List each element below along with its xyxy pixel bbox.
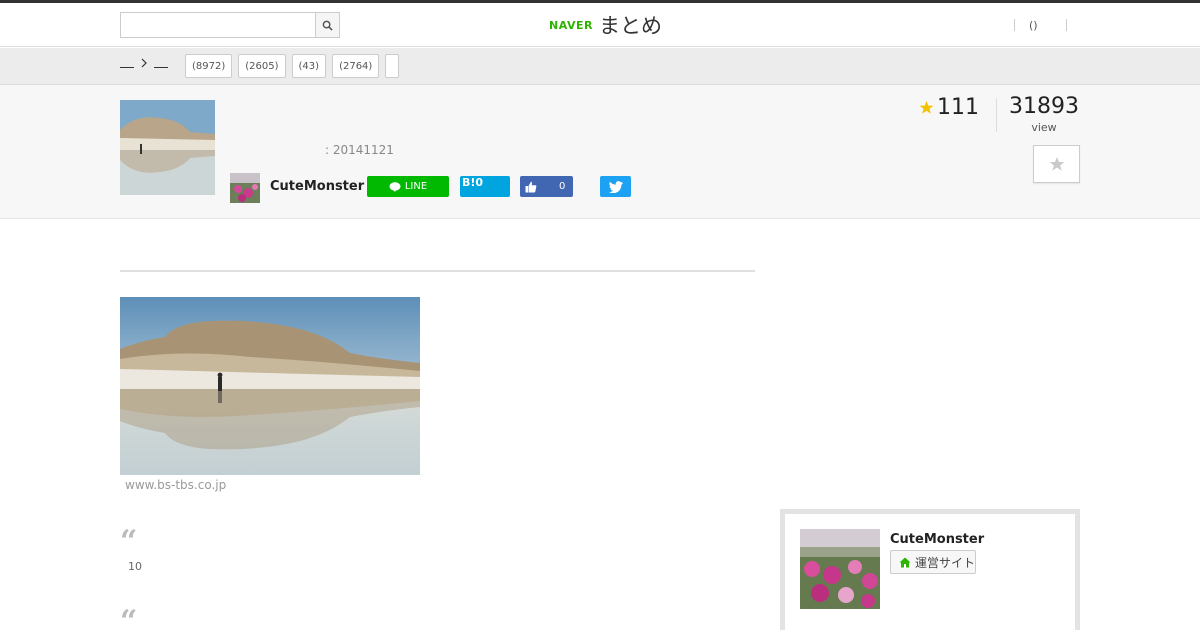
breadcrumb-item[interactable] <box>154 58 168 68</box>
breadcrumb <box>120 58 168 68</box>
search-icon <box>322 20 333 31</box>
stats-divider <box>996 98 997 132</box>
search-button[interactable] <box>315 12 340 38</box>
tag-list: (8972) (2605) (43) (2764) <box>185 54 400 78</box>
quote-icon: “ <box>120 524 138 559</box>
facebook-like-button[interactable]: 0 <box>520 176 573 197</box>
search-input[interactable] <box>120 12 315 38</box>
tag-item[interactable]: (43) <box>291 54 327 78</box>
site-logo[interactable]: NAVER まとめ <box>549 11 662 39</box>
operating-site-button[interactable]: 運営サイト <box>890 550 976 574</box>
line-bubble-icon <box>389 181 401 192</box>
header-user-links: () <box>1014 17 1067 33</box>
twitter-bird-icon <box>608 180 623 193</box>
hatena-bookmark-label: B!0 <box>462 176 484 189</box>
image-source-link[interactable]: www.bs-tbs.co.jp <box>125 478 226 492</box>
operating-site-label: 運営サイト <box>915 555 976 570</box>
author-avatar[interactable] <box>230 173 260 203</box>
author-profile-avatar[interactable] <box>800 529 880 609</box>
house-icon <box>899 557 911 567</box>
article-thumbnail[interactable] <box>120 100 215 195</box>
tag-item[interactable]: (2764) <box>332 54 380 78</box>
naver-logo-text: NAVER <box>549 18 593 32</box>
view-count-label: view <box>1031 121 1057 134</box>
star-icon <box>919 100 934 114</box>
header-separator <box>1014 19 1015 31</box>
thumbs-up-icon <box>525 181 537 192</box>
tag-item[interactable]: (2605) <box>238 54 286 78</box>
quote-icon: “ <box>120 604 138 639</box>
breadcrumb-item[interactable] <box>120 58 134 68</box>
line-share-button[interactable]: LINE <box>367 176 449 197</box>
article-summary: : 20141121 CuteMonster LINE B!0 0 111 31… <box>0 85 1200 219</box>
header-user-link[interactable]: () <box>1029 19 1038 32</box>
site-header: NAVER まとめ () <box>0 3 1200 47</box>
add-favorite-button[interactable] <box>1033 145 1080 183</box>
published-date: : 20141121 <box>325 143 394 157</box>
favorite-count: 111 <box>919 95 979 120</box>
chevron-right-icon <box>141 58 147 68</box>
author-profile-name[interactable]: CuteMonster <box>890 532 984 547</box>
view-count-value: 31893 <box>1009 94 1079 119</box>
quote-count: 10 <box>128 560 142 573</box>
star-outline-icon <box>1049 157 1064 171</box>
article-image[interactable] <box>120 297 420 475</box>
twitter-share-button[interactable] <box>600 176 631 197</box>
author-profile-card: CuteMonster 運営サイト <box>780 509 1080 630</box>
header-separator <box>1065 19 1067 31</box>
author-name[interactable]: CuteMonster <box>270 179 364 194</box>
favorite-count-value: 111 <box>937 95 979 120</box>
line-share-label: LINE <box>404 181 428 192</box>
tag-more[interactable] <box>385 54 400 78</box>
view-counter: 31893 view <box>1008 93 1080 134</box>
hatena-bookmark-button[interactable]: B!0 <box>460 176 510 197</box>
tag-item[interactable]: (8972) <box>185 54 233 78</box>
matome-logo-text: まとめ <box>598 14 662 38</box>
content-divider <box>120 270 755 272</box>
category-nav: (8972) (2605) (43) (2764) <box>0 48 1200 85</box>
search-box <box>120 12 340 38</box>
facebook-like-count: 0 <box>559 181 566 192</box>
